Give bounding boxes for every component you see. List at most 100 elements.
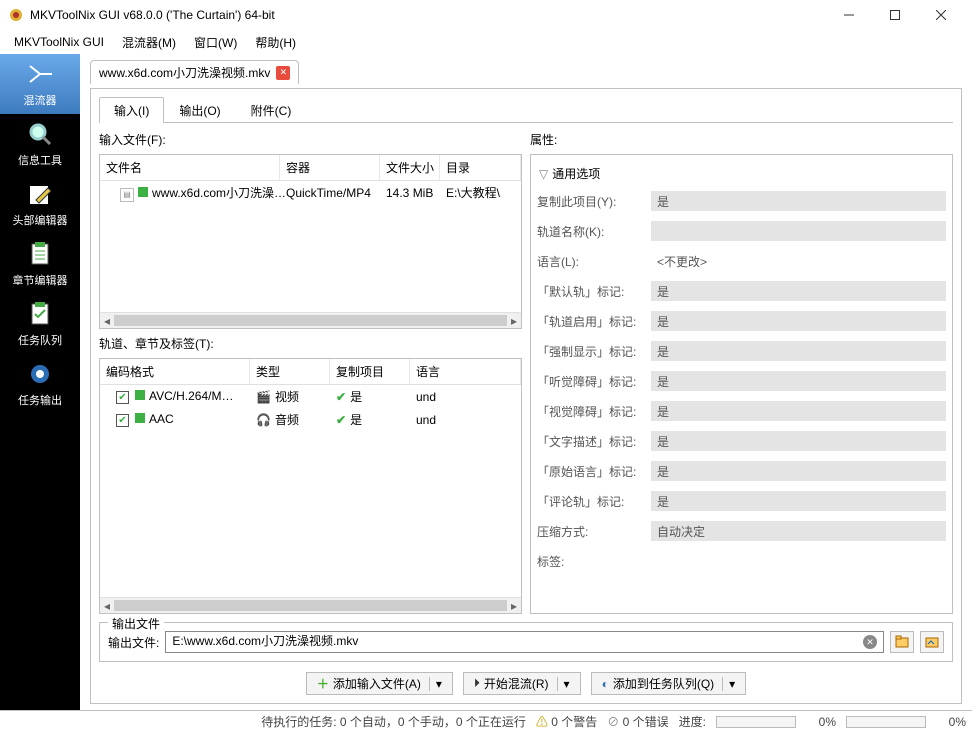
plus-icon: ＋ <box>317 675 329 692</box>
property-value[interactable]: 是 <box>651 401 946 421</box>
property-value[interactable]: 是 <box>651 461 946 481</box>
menu-help[interactable]: 帮助(H) <box>247 32 304 53</box>
col-lang[interactable]: 语言 <box>410 359 521 384</box>
hscrollbar[interactable]: ◂▸ <box>100 597 521 613</box>
progress-label: 进度: <box>679 713 706 730</box>
property-label: 语言(L): <box>537 253 645 270</box>
sidebar-item-job-queue[interactable]: 任务队列 <box>0 294 80 354</box>
sidebar-item-job-output[interactable]: 任务输出 <box>0 354 80 414</box>
recent-output-button[interactable] <box>920 631 944 653</box>
track-row[interactable]: ✔AVC/H.264/M… 🎬视频 ✔是 und <box>100 385 521 408</box>
property-value[interactable]: 是 <box>651 491 946 511</box>
tab-input[interactable]: 输入(I) <box>99 97 164 123</box>
menu-window[interactable]: 窗口(W) <box>186 32 245 53</box>
sidebar-item-chapter-editor[interactable]: 章节编辑器 <box>0 234 80 294</box>
action-row: ＋添加输入文件(A)▾ ⏵开始混流(R)▾ ◐添加到任务队列(Q)▾ <box>99 668 953 695</box>
output-file-input[interactable]: E:\www.x6d.com小刀洗澡视频.mkv ✕ <box>165 631 884 653</box>
subtabs: 输入(I) 输出(O) 附件(C) <box>99 97 953 123</box>
property-value[interactable] <box>651 221 946 241</box>
clear-output-button[interactable]: ✕ <box>863 635 877 649</box>
property-row: 复制此项目(Y): 是 <box>537 186 946 216</box>
properties-label: 属性: <box>530 129 953 150</box>
col-codec[interactable]: 编码格式 <box>100 359 250 384</box>
document-tab-label: www.x6d.com小刀洗澡视频.mkv <box>99 64 270 81</box>
property-label: 「听觉障碍」标记: <box>537 373 645 390</box>
output-file-label: 输出文件: <box>108 634 159 651</box>
close-document-button[interactable]: ✕ <box>276 66 290 80</box>
hscrollbar[interactable]: ◂▸ <box>100 312 521 328</box>
check-icon: ✔ <box>336 390 346 404</box>
add-input-files-button[interactable]: ＋添加输入文件(A)▾ <box>306 672 453 695</box>
property-row: 「轨道启用」标记: 是 <box>537 306 946 336</box>
titlebar: MKVToolNix GUI v68.0.0 ('The Curtain') 6… <box>0 0 972 30</box>
add-to-queue-button[interactable]: ◐添加到任务队列(Q)▾ <box>591 672 747 695</box>
chevron-down-icon[interactable]: ▾ <box>722 677 735 691</box>
queue-icon: ◐ <box>602 677 609 691</box>
property-row: 语言(L): <不更改> <box>537 246 946 276</box>
property-value[interactable]: 是 <box>651 281 946 301</box>
browse-output-button[interactable] <box>890 631 914 653</box>
status-indicator-icon <box>135 390 145 400</box>
status-indicator-icon <box>138 187 148 197</box>
start-mux-button[interactable]: ⏵开始混流(R)▾ <box>463 672 581 695</box>
file-icon: ▤ <box>120 188 134 202</box>
close-button[interactable] <box>918 0 964 30</box>
output-group-legend: 输出文件 <box>108 615 164 632</box>
tab-output[interactable]: 输出(O) <box>164 97 235 123</box>
sidebar-item-header-editor[interactable]: 头部编辑器 <box>0 174 80 234</box>
progress-pct-1: 0% <box>806 715 836 729</box>
property-value[interactable] <box>651 551 946 571</box>
col-type[interactable]: 类型 <box>250 359 330 384</box>
output-file-group: 输出文件 输出文件: E:\www.x6d.com小刀洗澡视频.mkv ✕ <box>99 622 953 662</box>
input-files-label: 输入文件(F): <box>99 129 522 150</box>
minimize-button[interactable] <box>826 0 872 30</box>
property-row: 「原始语言」标记: 是 <box>537 456 946 486</box>
sidebar-item-muxer[interactable]: 混流器 <box>0 54 80 114</box>
property-label: 复制此项目(Y): <box>537 193 645 210</box>
status-errors: 0 个错误 <box>623 715 669 729</box>
property-value[interactable]: 是 <box>651 341 946 361</box>
property-value[interactable]: 自动决定 <box>651 521 946 541</box>
app-icon <box>8 7 24 23</box>
property-label: 标签: <box>537 553 645 570</box>
col-size[interactable]: 文件大小 <box>380 155 440 180</box>
collapse-icon: ▽ <box>539 167 548 181</box>
checkbox[interactable]: ✔ <box>116 414 129 427</box>
property-label: 「原始语言」标记: <box>537 463 645 480</box>
property-value[interactable]: <不更改> <box>651 251 946 271</box>
menubar: MKVToolNix GUI 混流器(M) 窗口(W) 帮助(H) <box>0 30 972 54</box>
menu-muxer[interactable]: 混流器(M) <box>114 32 184 53</box>
col-copy[interactable]: 复制项目 <box>330 359 410 384</box>
tab-attachments[interactable]: 附件(C) <box>236 97 307 123</box>
col-container[interactable]: 容器 <box>280 155 380 180</box>
property-value[interactable]: 是 <box>651 431 946 451</box>
property-value[interactable]: 是 <box>651 191 946 211</box>
sidebar-item-info[interactable]: 信息工具 <box>0 114 80 174</box>
property-value[interactable]: 是 <box>651 311 946 331</box>
document-tab[interactable]: www.x6d.com小刀洗澡视频.mkv ✕ <box>90 60 299 84</box>
properties-panel: ▽ 通用选项 复制此项目(Y):是轨道名称(K):语言(L):<不更改>「默认轨… <box>530 154 953 614</box>
menu-app[interactable]: MKVToolNix GUI <box>6 33 112 51</box>
edit-icon <box>26 180 54 208</box>
play-icon: ⏵ <box>474 676 480 691</box>
col-filename[interactable]: 文件名 <box>100 155 280 180</box>
property-row: 「听觉障碍」标记: 是 <box>537 366 946 396</box>
input-files-list[interactable]: 文件名 容器 文件大小 目录 ▤www.x6d.com小刀洗澡… QuickTi… <box>99 154 522 329</box>
col-dir[interactable]: 目录 <box>440 155 521 180</box>
clipboard-icon <box>26 240 54 268</box>
property-row: 「默认轨」标记:是 <box>537 276 946 306</box>
chevron-down-icon[interactable]: ▾ <box>429 677 442 691</box>
property-label: 「轨道启用」标记: <box>537 313 645 330</box>
track-row[interactable]: ✔AAC 🎧音频 ✔是 und <box>100 408 521 431</box>
property-value[interactable]: 是 <box>651 371 946 391</box>
magnifier-icon <box>26 120 54 148</box>
progress-pct-2: 0% <box>936 715 966 729</box>
chevron-down-icon[interactable]: ▾ <box>557 677 570 691</box>
tracks-list[interactable]: 编码格式 类型 复制项目 语言 ✔AVC/H.264/M… 🎬视频 ✔是 und <box>99 358 522 614</box>
checkbox[interactable]: ✔ <box>116 391 129 404</box>
file-row[interactable]: ▤www.x6d.com小刀洗澡… QuickTime/MP4 14.3 MiB… <box>100 181 521 205</box>
progress-bar-2 <box>846 716 926 728</box>
maximize-button[interactable] <box>872 0 918 30</box>
status-warnings: 0 个警告 <box>551 715 597 729</box>
general-options-header[interactable]: ▽ 通用选项 <box>537 161 946 186</box>
